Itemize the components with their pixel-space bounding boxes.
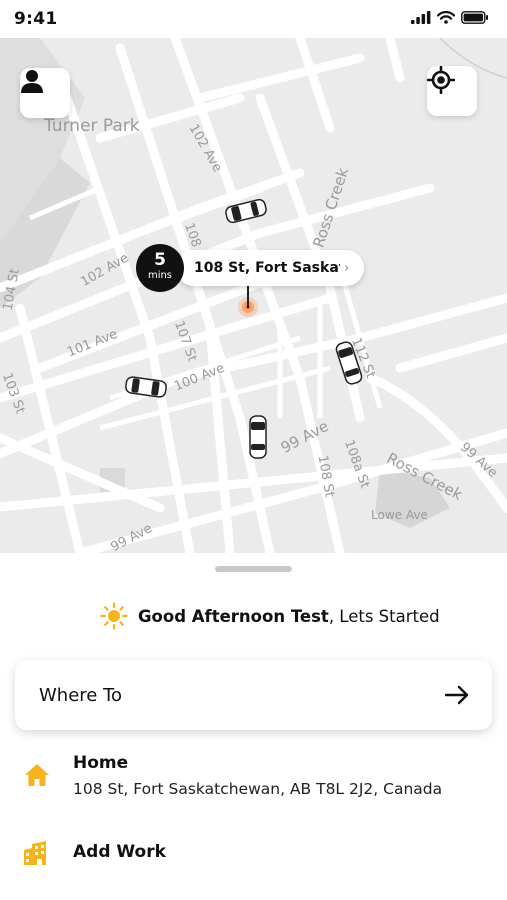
- car-icon: [225, 198, 267, 224]
- status-icons: [411, 11, 489, 24]
- sheet-drag-handle[interactable]: [215, 566, 292, 572]
- eta-value: 5: [154, 250, 166, 270]
- user-icon: [21, 70, 43, 93]
- signal-icon: [411, 11, 431, 24]
- car-icon: [335, 341, 363, 385]
- home-address: 108 St, Fort Saskatchewan, AB T8L 2J2, C…: [73, 780, 443, 798]
- car-icon: [125, 376, 167, 398]
- chevron-right-icon: ›: [344, 260, 350, 276]
- greeting-text: , Lets Started: [328, 606, 440, 626]
- arrow-right-icon: [444, 685, 469, 705]
- map-view[interactable]: Turner Park 102 Ave 108 St 104 St Ross C…: [0, 38, 507, 553]
- status-bar: 9:41: [0, 0, 507, 38]
- label-lowe-ave: Lowe Ave: [371, 508, 428, 522]
- add-work-button[interactable]: Add Work: [0, 833, 507, 873]
- bottom-sheet: Good Afternoon Test, Lets Started Where …: [0, 553, 507, 900]
- pickup-pin-stem: [247, 286, 249, 308]
- sun-icon: [100, 602, 128, 630]
- home-title: Home: [73, 753, 129, 773]
- profile-button[interactable]: [20, 68, 70, 118]
- pickup-location-label: 108 St, Fort Saskatchewan: [194, 260, 340, 276]
- pickup-location-pill[interactable]: 108 St, Fort Saskatchewan ›: [176, 250, 364, 286]
- battery-icon: [461, 11, 488, 24]
- car-icon: [249, 415, 267, 459]
- saved-place-home[interactable]: Home 108 St, Fort Saskatchewan, AB T8L 2…: [0, 748, 507, 808]
- status-time: 9:41: [14, 9, 58, 29]
- home-icon: [25, 764, 49, 786]
- where-to-label: Where To: [39, 684, 123, 706]
- eta-badge: 5 mins: [136, 244, 184, 292]
- label-turner-park: Turner Park: [44, 116, 140, 136]
- add-work-label: Add Work: [73, 842, 166, 862]
- eta-unit: mins: [147, 270, 173, 281]
- crosshair-icon: [427, 66, 455, 94]
- wifi-icon: [437, 11, 455, 24]
- building-icon: [24, 841, 46, 865]
- greeting-name: Good Afternoon Test: [138, 606, 329, 626]
- where-to-button[interactable]: Where To: [15, 660, 492, 730]
- locate-me-button[interactable]: [427, 66, 477, 116]
- greeting: Good Afternoon Test, Lets Started: [100, 602, 440, 630]
